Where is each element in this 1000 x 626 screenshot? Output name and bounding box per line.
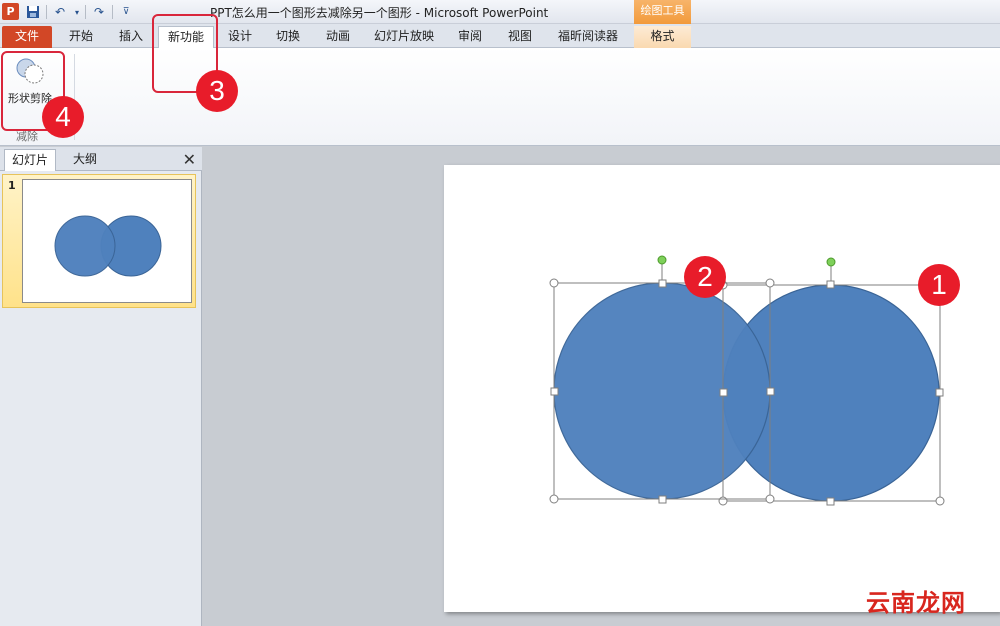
watermark-logo: 云南龙网 — [866, 589, 966, 617]
resize-handle[interactable] — [766, 387, 775, 396]
rotate-handle-1[interactable] — [826, 257, 836, 267]
tab-review[interactable]: 审阅 — [450, 26, 490, 48]
rotate-handle-2[interactable] — [657, 255, 667, 265]
quick-access-toolbar: ↶ ▾ ↷ ⊽ — [24, 2, 135, 22]
powerpoint-app-icon[interactable]: P — [2, 3, 19, 20]
customize-icon[interactable]: ⊽ — [117, 3, 135, 21]
slide-editor-area — [204, 147, 1000, 626]
tab-file[interactable]: 文件 — [2, 26, 52, 48]
qat-separator — [112, 5, 113, 19]
resize-handle[interactable] — [550, 387, 559, 396]
drawing-tools-context-label: 绘图工具 — [634, 0, 691, 24]
tab-outline[interactable]: 大纲 — [60, 149, 110, 171]
redo-icon[interactable]: ↷ — [90, 3, 108, 21]
tab-format[interactable]: 格式 — [634, 26, 691, 48]
circle-shape-2[interactable] — [553, 282, 771, 500]
annotation-marker-3: 3 — [196, 70, 238, 112]
tab-animations[interactable]: 动画 — [318, 26, 358, 48]
tab-slides[interactable]: 幻灯片 — [4, 149, 56, 171]
qat-separator — [85, 5, 86, 19]
tab-insert[interactable]: 插入 — [108, 26, 154, 48]
tab-slide-show[interactable]: 幻灯片放映 — [368, 26, 440, 48]
slide-thumbnail-item[interactable]: 1 — [2, 174, 196, 308]
tab-foxit-reader[interactable]: 福昕阅读器 — [550, 26, 626, 48]
resize-handle[interactable] — [765, 494, 775, 504]
slides-pane-tabs: 幻灯片 大纲 ✕ — [0, 147, 202, 171]
resize-handle[interactable] — [935, 496, 945, 506]
resize-handle[interactable] — [549, 494, 559, 504]
title-bar: P ↶ ▾ ↷ ⊽ PPT怎么用一个图形去减除另一个图形 - Microsoft… — [0, 0, 1000, 24]
resize-handle[interactable] — [765, 278, 775, 288]
resize-handle[interactable] — [658, 279, 667, 288]
tab-view[interactable]: 视图 — [500, 26, 540, 48]
annotation-marker-1: 1 — [918, 264, 960, 306]
tab-transitions[interactable]: 切换 — [268, 26, 308, 48]
slide-number: 1 — [8, 179, 16, 192]
annotation-marker-2: 2 — [684, 256, 726, 298]
slides-pane: 幻灯片 大纲 ✕ 1 — [0, 147, 202, 626]
save-icon[interactable] — [24, 3, 42, 21]
resize-handle[interactable] — [549, 278, 559, 288]
qat-separator — [46, 5, 47, 19]
ribbon-panel: 形状剪除 减除 — [0, 48, 1000, 146]
window-title: PPT怎么用一个图形去减除另一个图形 - Microsoft PowerPoin… — [210, 6, 549, 20]
slide-shapes — [549, 255, 945, 506]
slide-canvas[interactable] — [444, 165, 1000, 612]
tab-design[interactable]: 设计 — [220, 26, 260, 48]
resize-handle[interactable] — [718, 496, 728, 506]
tab-home[interactable]: 开始 — [58, 26, 104, 48]
resize-handle[interactable] — [719, 388, 728, 397]
undo-icon[interactable]: ↶ — [51, 3, 69, 21]
resize-handle[interactable] — [658, 495, 667, 504]
slide-thumbnail[interactable] — [22, 179, 192, 303]
ribbon-tab-bar: 文件 开始 插入 新功能 设计 切换 动画 幻灯片放映 审阅 视图 福昕阅读器 … — [0, 24, 1000, 48]
close-icon[interactable]: ✕ — [183, 150, 196, 169]
resize-handle[interactable] — [826, 497, 835, 506]
dropdown-icon[interactable]: ▾ — [73, 3, 81, 21]
annotation-marker-4: 4 — [42, 96, 84, 138]
resize-handle[interactable] — [935, 388, 944, 397]
resize-handle[interactable] — [826, 280, 835, 289]
